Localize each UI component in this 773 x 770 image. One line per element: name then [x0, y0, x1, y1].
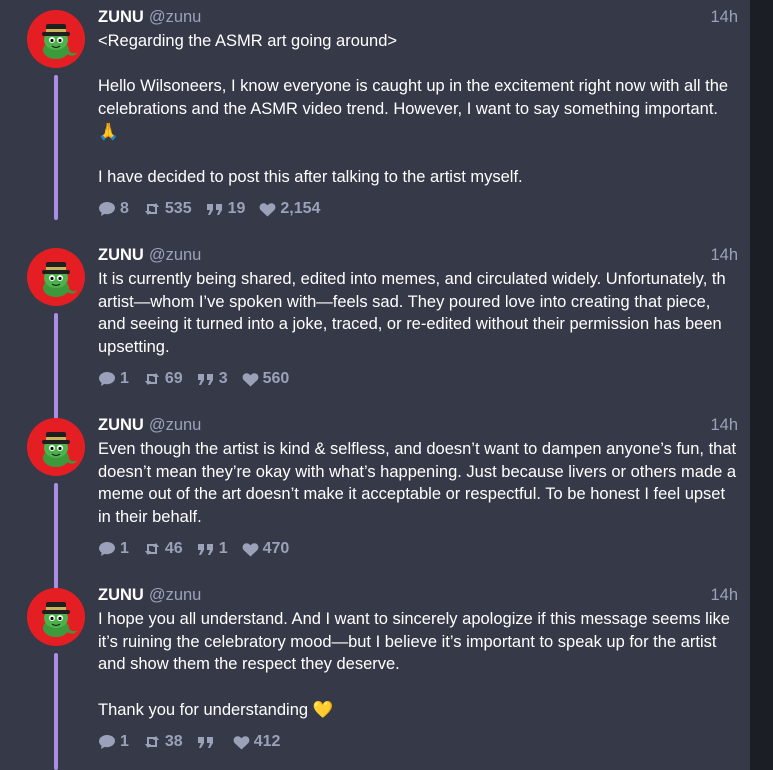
reply-button[interactable]: 1: [98, 370, 129, 388]
timestamp[interactable]: 14h: [710, 8, 738, 27]
repost-button[interactable]: 46: [143, 540, 183, 558]
repost-button[interactable]: 69: [143, 370, 183, 388]
avatar-dino-icon: [42, 602, 77, 637]
post-header: ZUNU @zunu 14h: [98, 8, 738, 30]
quote-button[interactable]: [197, 736, 219, 748]
repost-icon: [144, 543, 159, 555]
handle[interactable]: @zunu: [149, 246, 202, 264]
post-text: I hope you all understand. And I want to…: [98, 610, 730, 719]
reply-icon: [99, 735, 115, 749]
quote-count: 19: [227, 200, 246, 217]
reply-count: 1: [120, 733, 129, 750]
quote-button[interactable]: 3: [197, 370, 228, 388]
repost-count: 535: [164, 200, 192, 217]
quote-icon: [197, 544, 213, 555]
like-button[interactable]: 2,154: [259, 200, 320, 218]
avatar[interactable]: [27, 10, 85, 68]
post-header: ZUNU @zunu 14h: [98, 246, 738, 268]
like-count: 470: [262, 540, 290, 557]
quote-count: 1: [218, 540, 228, 557]
repost-button[interactable]: 38: [143, 733, 183, 751]
reply-count: 1: [120, 370, 129, 387]
like-icon: [242, 542, 259, 556]
repost-count: 46: [164, 540, 183, 557]
repost-icon: [144, 373, 159, 385]
handle[interactable]: @zunu: [149, 8, 202, 26]
post-actions: 1 69 3 560: [98, 370, 303, 388]
quote-icon: [197, 737, 213, 748]
thread-panel: ZUNU @zunu 14h <Regarding the ASMR art go…: [0, 0, 750, 770]
repost-button[interactable]: 535: [143, 200, 192, 218]
like-count: 2,154: [280, 200, 321, 217]
thread-line: [54, 313, 58, 420]
display-name[interactable]: ZUNU: [98, 416, 144, 434]
like-count: 560: [262, 370, 290, 387]
post-actions: 8 535 19 2,154: [98, 200, 334, 218]
repost-icon: [144, 736, 159, 748]
thread-line: [54, 483, 58, 590]
repost-count: 69: [164, 370, 183, 387]
reply-count: 1: [120, 540, 129, 557]
post-text: <Regarding the ASMR art going around> He…: [98, 32, 729, 187]
post-actions: 1 38 412: [98, 733, 294, 751]
avatar-dino-icon: [42, 262, 77, 297]
avatar-dino-icon: [42, 432, 77, 467]
reply-button[interactable]: 1: [98, 733, 129, 751]
display-name[interactable]: ZUNU: [98, 8, 144, 26]
reply-button[interactable]: 1: [98, 540, 129, 558]
reply-icon: [99, 202, 115, 216]
like-button[interactable]: 470: [242, 540, 290, 558]
reply-button[interactable]: 8: [98, 200, 129, 218]
quote-count: 3: [218, 370, 228, 387]
post-header: ZUNU @zunu 14h: [98, 586, 738, 608]
quote-icon: [197, 374, 213, 385]
quote-button[interactable]: 1: [197, 540, 228, 558]
handle[interactable]: @zunu: [149, 586, 202, 604]
display-name[interactable]: ZUNU: [98, 586, 144, 604]
like-icon: [242, 372, 259, 386]
thread-line: [54, 75, 58, 220]
like-icon: [260, 202, 276, 216]
reply-icon: [99, 542, 115, 556]
avatar[interactable]: [27, 248, 85, 306]
post-text: Even though the artist is kind & selfles…: [98, 440, 741, 527]
timestamp[interactable]: 14h: [710, 246, 738, 265]
display-name[interactable]: ZUNU: [98, 246, 144, 264]
thread-line: [54, 653, 58, 770]
timestamp[interactable]: 14h: [710, 586, 738, 605]
post-header: ZUNU @zunu 14h: [98, 416, 738, 438]
quote-button[interactable]: 19: [206, 200, 246, 218]
avatar[interactable]: [27, 418, 85, 476]
like-button[interactable]: 560: [242, 370, 290, 388]
quote-icon: [206, 204, 222, 215]
handle[interactable]: @zunu: [149, 416, 202, 434]
reply-count: 8: [120, 200, 129, 217]
repost-count: 38: [164, 733, 183, 750]
avatar-dino-icon: [42, 24, 77, 59]
repost-icon: [144, 203, 159, 215]
timestamp[interactable]: 14h: [710, 416, 738, 435]
like-icon: [233, 735, 250, 749]
post-text: It is currently being shared, edited int…: [98, 270, 731, 357]
like-button[interactable]: 412: [233, 733, 281, 751]
avatar[interactable]: [27, 588, 85, 646]
reply-icon: [99, 372, 115, 386]
scrollbar[interactable]: [750, 0, 773, 770]
like-count: 412: [253, 733, 281, 750]
post-actions: 1 46 1 470: [98, 540, 303, 558]
